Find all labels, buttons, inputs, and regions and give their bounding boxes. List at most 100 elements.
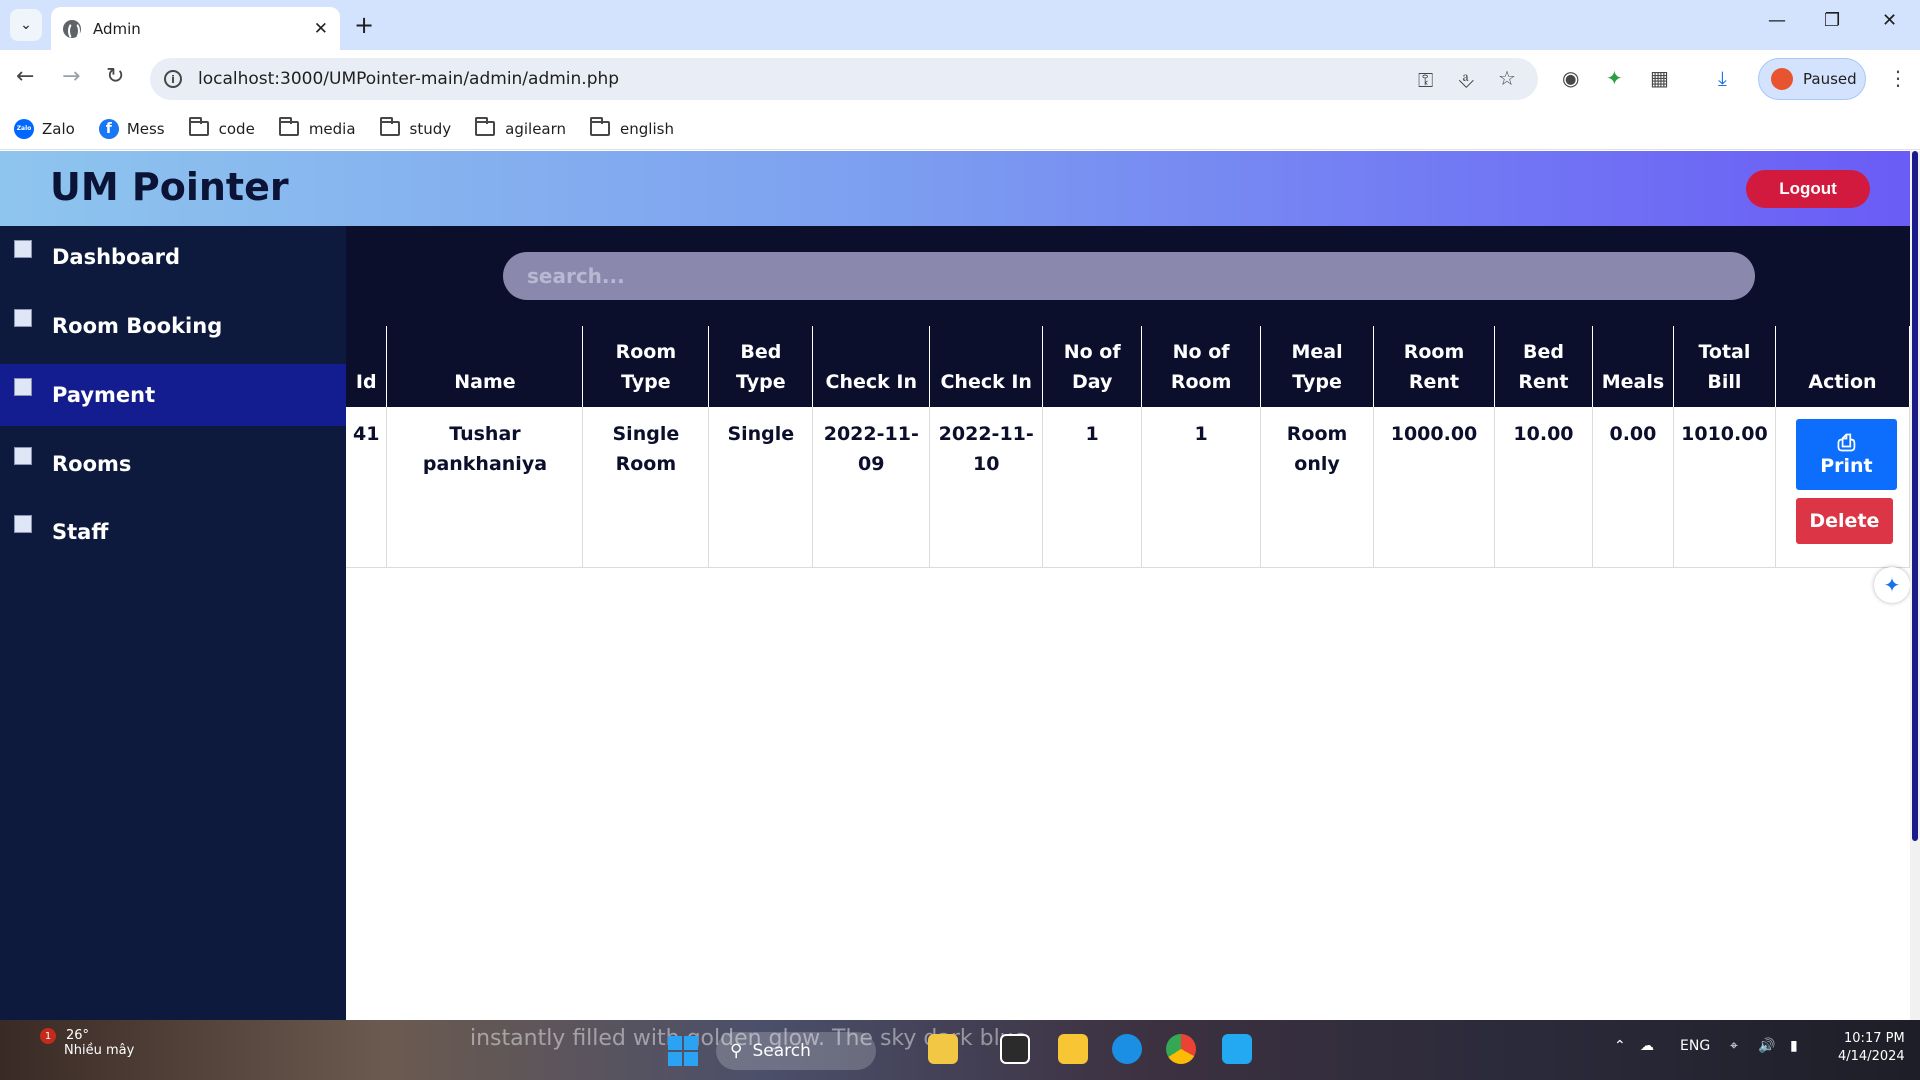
back-arrow-icon[interactable]: ← (16, 64, 34, 89)
main-content: Id Name Room Type Bed Type Check In Chec… (346, 226, 1911, 1020)
restore-icon[interactable]: ❐ (1824, 10, 1840, 31)
bookmark-folder-code[interactable]: code (188, 117, 255, 138)
translate-icon[interactable]: ⎀ (1458, 68, 1474, 92)
bookmark-folder-english[interactable]: english (590, 117, 674, 138)
forward-arrow-icon[interactable]: → (62, 64, 80, 89)
cell-check-in: 2022-11-09 (812, 407, 931, 568)
sidebar-item-staff[interactable]: Staff (0, 501, 346, 563)
volume-icon[interactable]: 🔊 (1758, 1038, 1775, 1054)
chrome-browser-icon[interactable] (1166, 1034, 1196, 1064)
file-explorer-icon[interactable] (1058, 1034, 1088, 1064)
bookmark-label: code (218, 119, 255, 138)
cell-id: 41 (346, 407, 388, 568)
cell-room-type: Single Room (582, 407, 710, 568)
minimize-icon[interactable]: — (1768, 10, 1786, 31)
col-header-no-of-day: No of Day (1042, 326, 1143, 407)
broken-image-icon (14, 378, 32, 396)
brand-title: UM Pointer (50, 165, 289, 209)
taskbar-clock[interactable]: 10:17 PM 4/14/2024 (1838, 1030, 1905, 1066)
profile-status: Paused (1803, 70, 1857, 88)
browser-toolbar: ← → ↻ i localhost:3000/UMPointer-main/ad… (0, 50, 1920, 108)
bookmark-star-icon[interactable]: ☆ (1498, 66, 1516, 90)
sidebar: Dashboard Room Booking Payment Rooms Sta… (0, 226, 346, 1020)
sidebar-item-label: Rooms (52, 452, 132, 476)
url-text[interactable]: localhost:3000/UMPointer-main/admin/admi… (198, 69, 619, 89)
windows-start-icon[interactable] (668, 1036, 698, 1066)
cell-room-rent: 1000.00 (1373, 407, 1495, 568)
taskbar-search[interactable]: ⚲ Search (716, 1032, 876, 1070)
wifi-icon[interactable]: ⌖ (1730, 1038, 1738, 1054)
clock-time: 10:17 PM (1844, 1031, 1905, 1046)
close-window-icon[interactable]: ✕ (1882, 10, 1897, 31)
edge-browser-icon[interactable] (1112, 1034, 1142, 1064)
zalo-icon: Zalo (14, 118, 34, 139)
tab-search-chevron-icon[interactable]: ⌄ (10, 9, 42, 41)
widgets-app-icon[interactable] (928, 1034, 958, 1064)
cell-bed-rent: 10.00 (1494, 407, 1593, 568)
new-tab-button[interactable]: + (354, 11, 374, 39)
bookmark-mess[interactable]: f Mess (98, 118, 165, 139)
floating-assistant-icon[interactable]: ✦ (1874, 567, 1910, 603)
col-header-room-rent: Room Rent (1373, 326, 1495, 407)
vscode-icon[interactable] (1222, 1034, 1252, 1064)
bookmark-label: Mess (126, 119, 165, 138)
print-label: Print (1820, 454, 1873, 477)
extensions-puzzle-icon[interactable]: ▦ (1650, 66, 1669, 90)
site-info-icon[interactable]: i (164, 70, 182, 88)
sidebar-item-rooms[interactable]: Rooms (0, 433, 346, 495)
password-key-icon[interactable]: ⚿ (1418, 68, 1433, 92)
more-menu-icon[interactable]: ⋮ (1888, 66, 1908, 90)
bookmark-folder-agilearn[interactable]: agilearn (475, 117, 566, 138)
table-header-row: Id Name Room Type Bed Type Check In Chec… (346, 326, 1911, 407)
weather-widget[interactable]: 1 26° Nhiều mây (28, 1028, 134, 1058)
onedrive-cloud-icon[interactable]: ☁ (1640, 1038, 1654, 1054)
col-header-action: Action (1775, 326, 1911, 407)
tab-title: Admin (93, 19, 141, 38)
windows-taskbar: 1 26° Nhiều mây instantly filled with go… (0, 1020, 1920, 1080)
col-header-name: Name (386, 326, 584, 407)
broken-image-icon (14, 240, 32, 258)
cell-action: ⎙ Print Delete (1775, 407, 1911, 568)
broken-image-icon (14, 309, 32, 327)
sidebar-item-payment[interactable]: Payment (0, 364, 346, 426)
bookmark-zalo[interactable]: Zalo Zalo (14, 118, 75, 139)
profile-button[interactable]: Paused (1758, 58, 1866, 100)
bookmark-label: study (409, 119, 452, 138)
close-tab-icon[interactable]: ✕ (314, 19, 328, 39)
download-icon[interactable]: ⤓ (1718, 66, 1727, 90)
search-icon: ⚲ (730, 1041, 743, 1061)
sidebar-item-dashboard[interactable]: Dashboard (0, 226, 346, 288)
bookmark-folder-study[interactable]: study (379, 117, 452, 138)
cell-no-of-room: 1 (1141, 407, 1262, 568)
delete-button[interactable]: Delete (1795, 498, 1893, 544)
reload-icon[interactable]: ↻ (106, 64, 124, 89)
search-input[interactable] (503, 252, 1755, 300)
bookmark-label: media (308, 119, 356, 138)
avatar (1771, 68, 1793, 90)
cell-no-of-day: 1 (1042, 407, 1143, 568)
screenshot-camera-icon[interactable]: ◉ (1562, 66, 1579, 90)
logout-button[interactable]: Logout (1746, 170, 1870, 208)
cell-total-bill: 1010.00 (1673, 407, 1776, 568)
page-scrollbar[interactable] (1910, 151, 1920, 1020)
battery-icon[interactable]: ▮ (1790, 1038, 1798, 1054)
sidebar-item-label: Room Booking (52, 314, 223, 338)
language-indicator[interactable]: ENG (1680, 1038, 1710, 1054)
tray-chevron-icon[interactable]: ⌃ (1614, 1038, 1626, 1054)
extension-color-icon[interactable]: ✦ (1606, 66, 1623, 90)
print-button[interactable]: ⎙ Print (1795, 419, 1897, 490)
cell-meal-type: Room only (1260, 407, 1375, 568)
col-header-no-of-room: No of Room (1141, 326, 1262, 407)
cell-check-out: 2022-11-10 (929, 407, 1044, 568)
browser-tab[interactable]: Admin ✕ (51, 7, 340, 50)
col-header-bed-rent: Bed Rent (1494, 326, 1593, 407)
bookmarks-bar: Zalo Zalo f Mess code media study agilea… (0, 108, 1920, 150)
facebook-icon: f (98, 118, 119, 139)
printer-icon: ⎙ (1837, 430, 1856, 456)
address-bar[interactable]: i localhost:3000/UMPointer-main/admin/ad… (150, 58, 1538, 100)
task-view-icon[interactable] (1000, 1034, 1030, 1064)
cell-meals: 0.00 (1592, 407, 1674, 568)
bookmark-folder-media[interactable]: media (278, 117, 356, 138)
sidebar-item-room-booking[interactable]: Room Booking (0, 295, 346, 357)
scrollbar-thumb[interactable] (1912, 151, 1918, 841)
